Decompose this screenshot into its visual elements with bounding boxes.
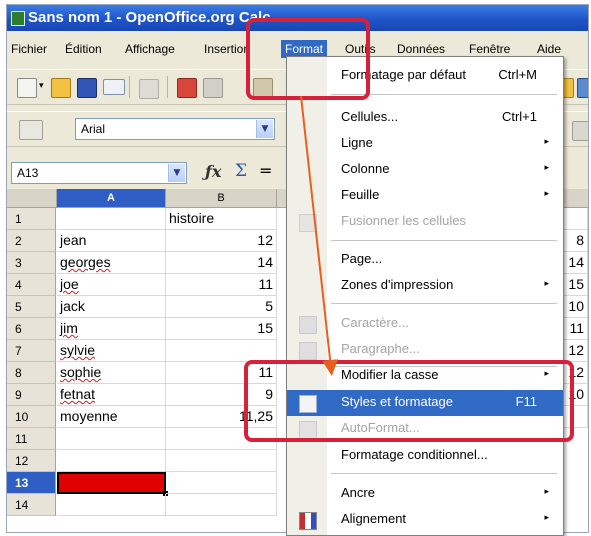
annotation-arrow-line: [300, 95, 339, 376]
annotation-arrow: [300, 95, 339, 376]
